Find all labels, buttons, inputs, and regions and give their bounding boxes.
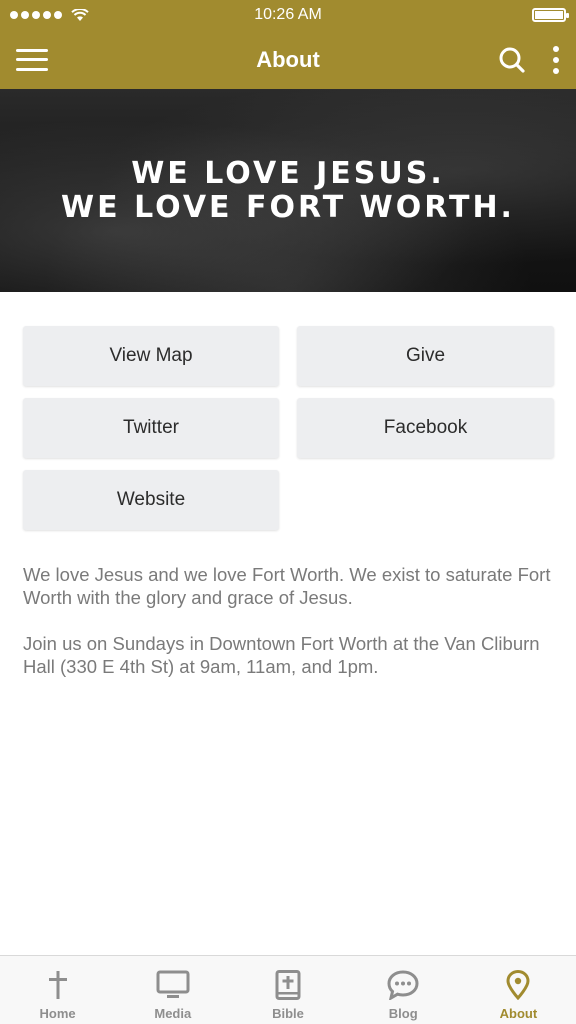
nav-bar: About (0, 30, 576, 89)
hero-banner: WE LOVE JESUS. WE LOVE FORT WORTH. (0, 89, 576, 292)
hero-headline-line-1: WE LOVE JESUS. (131, 155, 445, 191)
tab-blog[interactable]: Blog (346, 956, 461, 1024)
tab-bible-label: Bible (272, 1006, 304, 1021)
cross-icon (48, 971, 67, 999)
tab-home-label: Home (39, 1006, 76, 1021)
chat-bubble-icon (387, 970, 419, 1000)
wifi-icon (71, 8, 89, 22)
description-paragraph-2: Join us on Sundays in Downtown Fort Wort… (23, 633, 540, 677)
status-bar: 10:26 AM (0, 0, 576, 30)
search-icon[interactable] (498, 46, 526, 74)
tab-home[interactable]: Home (0, 956, 115, 1024)
menu-icon[interactable] (16, 48, 48, 71)
hero-headline-line-2: WE LOVE FORT WORTH. (61, 189, 515, 225)
bible-icon (275, 970, 301, 1000)
tab-bar: Home Media Bible Blog About (0, 955, 576, 1024)
tab-bible[interactable]: Bible (230, 956, 345, 1024)
signal-strength-icon (10, 8, 89, 22)
tab-about[interactable]: About (461, 956, 576, 1024)
tab-media-label: Media (154, 1006, 192, 1021)
give-button[interactable]: Give (297, 326, 554, 386)
location-pin-icon (506, 970, 530, 1000)
more-options-icon[interactable] (552, 45, 560, 75)
page-title: About (256, 46, 320, 72)
facebook-button[interactable]: Facebook (297, 398, 554, 458)
tab-blog-label: Blog (388, 1006, 418, 1021)
twitter-button[interactable]: Twitter (23, 398, 279, 458)
website-button[interactable]: Website (23, 470, 279, 530)
action-buttons: View Map Give Twitter Facebook Website (23, 326, 554, 530)
battery-icon (532, 8, 569, 22)
tab-media[interactable]: Media (115, 956, 230, 1024)
tab-about-label: About (499, 1006, 538, 1021)
description-paragraph-1: We love Jesus and we love Fort Worth. We… (23, 564, 551, 608)
view-map-button[interactable]: View Map (23, 326, 279, 386)
monitor-icon (156, 970, 190, 998)
about-description: We love Jesus and we love Fort Worth. We… (23, 563, 558, 701)
